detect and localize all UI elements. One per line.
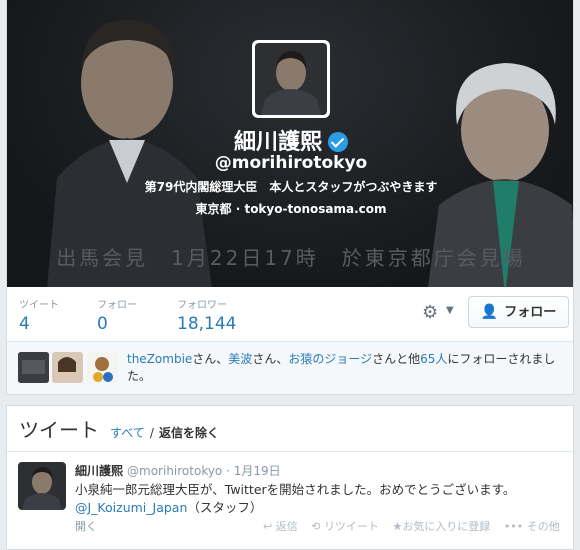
- mutual-avatar-2[interactable]: [52, 352, 83, 383]
- tweet-avatar[interactable]: [18, 462, 66, 510]
- stat-following[interactable]: フォロー 0: [97, 296, 137, 334]
- add-user-icon: 👤: [480, 304, 499, 320]
- tweet-expand-link[interactable]: 開く: [75, 518, 97, 534]
- mutual-followers-text: theZombieさん、美波さん、お猿のジョージさんと他65人にフォローされまし…: [127, 352, 556, 383]
- filter-no-replies[interactable]: 返信を除く: [159, 426, 219, 440]
- profile-location-row: 東京都 · tokyo-tonosama.com: [7, 200, 573, 217]
- profile-stats: ツイート 4 フォロー 0 フォロワー 18,144 ⚙ ▼ 👤 フォロー: [7, 287, 573, 342]
- mutual-others-link[interactable]: 65人: [420, 352, 447, 366]
- tweet-item[interactable]: 細川護熙 @morihirotokyo · 1月19日 小泉純一郎元総理大臣が、T…: [7, 452, 573, 550]
- reply-action[interactable]: ↩ 返信: [263, 520, 298, 533]
- stat-following-value: 0: [97, 314, 108, 334]
- more-icon: •••: [503, 520, 524, 533]
- stat-tweets-label: ツイート: [19, 300, 59, 311]
- profile-location: 東京都: [195, 202, 232, 216]
- mutual-followers: theZombieさん、美波さん、お猿のジョージさんと他65人にフォローされまし…: [7, 342, 573, 394]
- tweet-author-handle[interactable]: @morihirotokyo: [127, 464, 222, 478]
- mutual-user-link-1[interactable]: theZombie: [127, 352, 192, 366]
- star-icon: ★: [392, 520, 403, 533]
- timeline-header: ツイート すべて / 返信を除く: [19, 418, 220, 442]
- tweets-timeline: ツイート すべて / 返信を除く 細川護熙 @morihirotokyo · 1月…: [6, 405, 574, 550]
- stat-followers-value: 18,144: [177, 314, 237, 334]
- profile-avatar[interactable]: [252, 40, 330, 118]
- profile-name-row: 細川護熙: [7, 124, 573, 156]
- stat-followers-label: フォロワー: [177, 300, 227, 311]
- mutual-user-link-2[interactable]: 美波: [228, 352, 252, 366]
- banner-caption: 出馬会見 1月22日17時 於東京都庁会見場: [56, 246, 526, 270]
- retweet-icon: ⟲: [311, 520, 321, 533]
- retweet-action[interactable]: ⟲ リツイート: [311, 520, 379, 533]
- profile-url[interactable]: tokyo-tonosama.com: [244, 202, 386, 216]
- stat-tweets[interactable]: ツイート 4: [19, 296, 59, 334]
- location-separator: ·: [235, 202, 241, 216]
- profile-banner: 細川護熙 @morihirotokyo 第79代内閣総理大臣 本人とスタッフがつ…: [7, 0, 573, 287]
- profile-handle: @morihirotokyo: [214, 153, 368, 173]
- favorite-action[interactable]: ★お気に入りに登録: [392, 520, 490, 533]
- follow-button[interactable]: 👤 フォロー: [468, 296, 569, 328]
- tweet-text: 小泉純一郎元総理大臣が、Twitterを開始されました。おめでとうございます。 …: [75, 481, 565, 517]
- mutual-avatar-3[interactable]: [87, 352, 118, 383]
- tweet-date[interactable]: · 1月19日: [226, 464, 281, 478]
- more-action[interactable]: ••• その他: [504, 520, 560, 533]
- chevron-down-icon: ▼: [446, 305, 454, 316]
- tweet-actions: ↩ 返信 ⟲ リツイート ★お気に入りに登録 ••• その他: [263, 518, 570, 534]
- tweet-mention-link[interactable]: @J_Koizumi_Japan: [75, 500, 187, 515]
- stat-tweets-value: 4: [19, 314, 30, 334]
- filter-all-link[interactable]: すべて: [110, 426, 145, 440]
- mutual-user-link-3[interactable]: お猿のジョージ: [288, 352, 372, 366]
- tweet-header: 細川護熙 @morihirotokyo · 1月19日: [75, 462, 281, 479]
- verified-badge-icon: [328, 132, 348, 152]
- timeline-title: ツイート: [19, 418, 99, 442]
- stat-followers[interactable]: フォロワー 18,144: [177, 296, 236, 334]
- follow-button-label: フォロー: [504, 305, 557, 320]
- profile-name: 細川護熙: [233, 130, 322, 155]
- profile-card: 細川護熙 @morihirotokyo 第79代内閣総理大臣 本人とスタッフがつ…: [6, 0, 574, 395]
- profile-bio: 第79代内閣総理大臣 本人とスタッフがつぶやきます: [144, 180, 438, 194]
- gear-icon: ⚙: [422, 302, 439, 323]
- mutual-avatar-1[interactable]: [18, 352, 49, 383]
- tweet-author-name[interactable]: 細川護熙: [75, 464, 123, 478]
- settings-dropdown-button[interactable]: ⚙ ▼: [422, 302, 464, 326]
- reply-icon: ↩: [263, 520, 273, 533]
- tweet-text-line: 小泉純一郎元総理大臣が、Twitterを開始されました。おめでとうございます。: [75, 482, 516, 497]
- stat-following-label: フォロー: [97, 300, 137, 311]
